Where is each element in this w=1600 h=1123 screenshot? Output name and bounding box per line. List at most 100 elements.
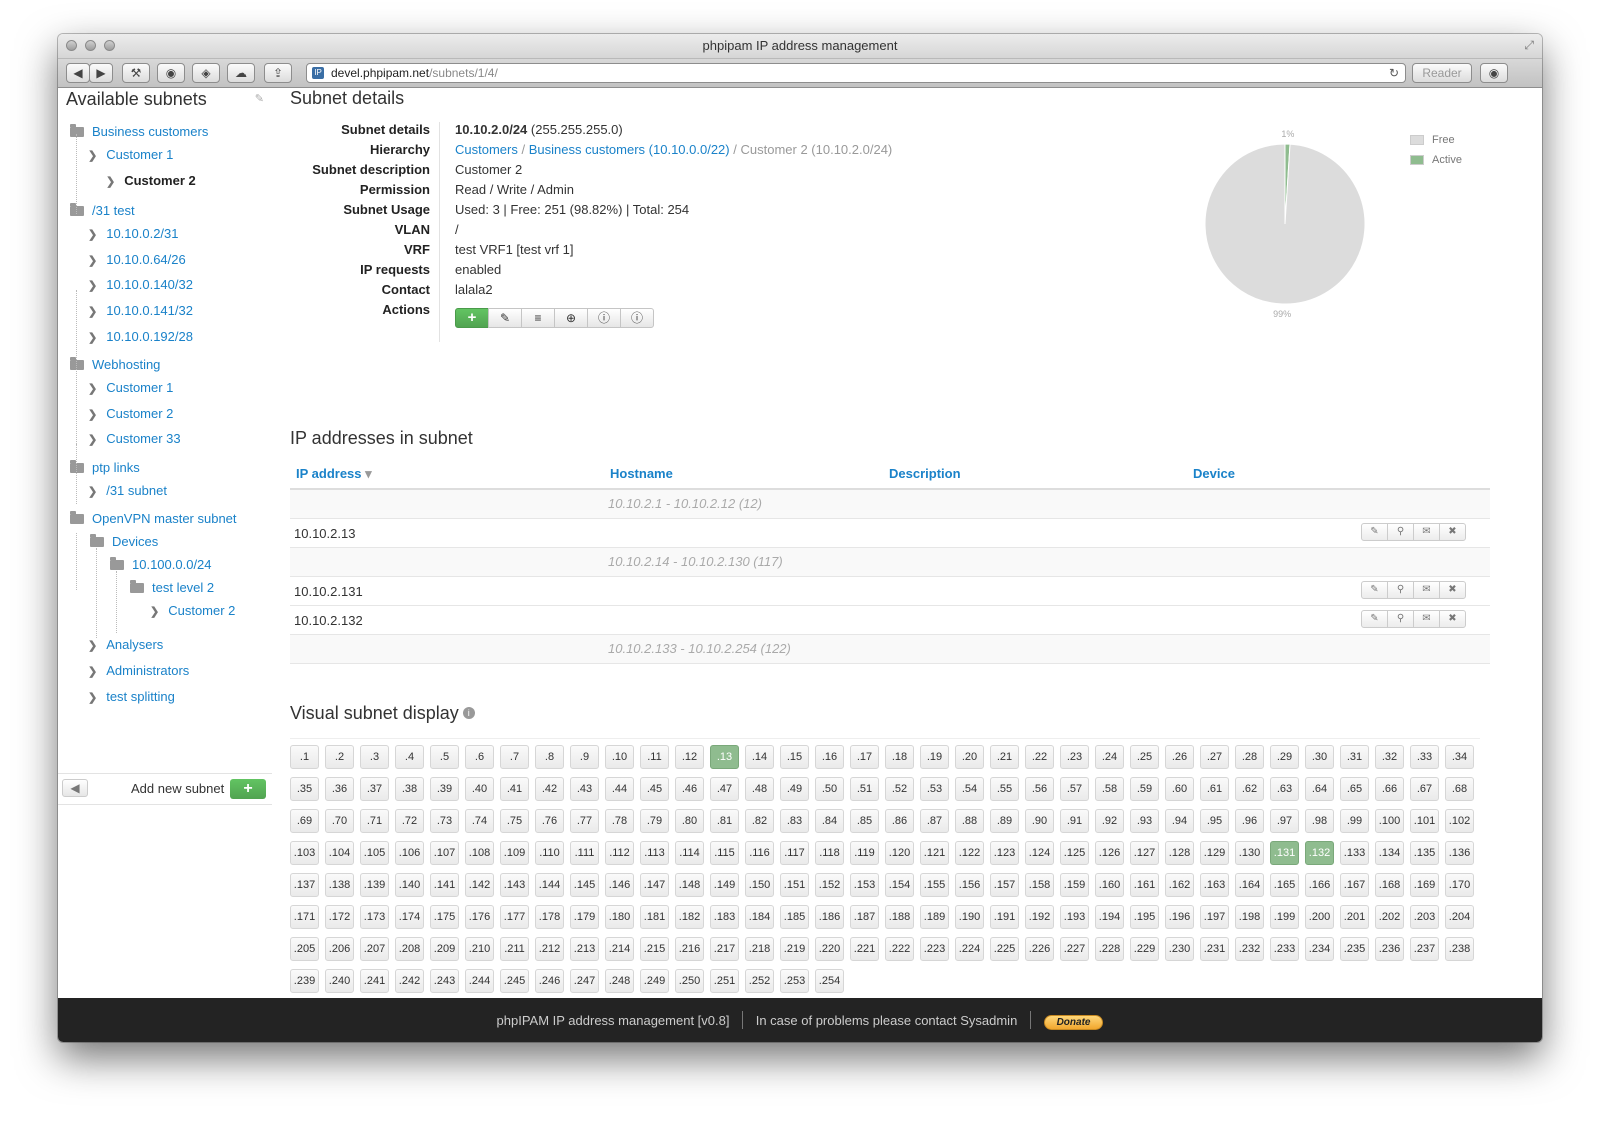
ip-cell[interactable]: .149 <box>710 873 739 897</box>
ip-cell[interactable]: .151 <box>780 873 809 897</box>
sidebar-item[interactable]: ❯ Customer 1 <box>88 380 173 395</box>
ip-cell[interactable]: .65 <box>1340 777 1369 801</box>
ip-cell[interactable]: .162 <box>1165 873 1194 897</box>
ip-cell[interactable]: .166 <box>1305 873 1334 897</box>
ip-cell[interactable]: .199 <box>1270 905 1299 929</box>
ip-cell[interactable]: .81 <box>710 809 739 833</box>
add-subnet-child-button[interactable]: ⊕ <box>554 308 588 328</box>
ip-cell[interactable]: .167 <box>1340 873 1369 897</box>
ip-cell[interactable]: .246 <box>535 969 564 993</box>
info-button[interactable]: ⓘ <box>587 308 621 328</box>
ip-cell[interactable]: .55 <box>990 777 1019 801</box>
search-icon[interactable]: ⚲ <box>1387 581 1414 599</box>
ip-cell[interactable]: .50 <box>815 777 844 801</box>
ip-cell[interactable]: .89 <box>990 809 1019 833</box>
ip-cell[interactable]: .34 <box>1445 745 1474 769</box>
ip-cell[interactable]: .52 <box>885 777 914 801</box>
ip-cell[interactable]: .66 <box>1375 777 1404 801</box>
ip-cell[interactable]: .253 <box>780 969 809 993</box>
edit-subnet-button[interactable]: ✎ <box>488 308 522 328</box>
add-subnet-button[interactable]: + <box>230 779 266 799</box>
ip-cell[interactable]: .247 <box>570 969 599 993</box>
ip-cell[interactable]: .235 <box>1340 937 1369 961</box>
ip-cell[interactable]: .124 <box>1025 841 1054 865</box>
search-icon[interactable]: ⚲ <box>1387 610 1414 628</box>
ip-cell[interactable]: .58 <box>1095 777 1124 801</box>
ip-cell[interactable]: .18 <box>885 745 914 769</box>
extension-icon[interactable]: ◈ <box>192 63 220 83</box>
ip-cell[interactable]: .184 <box>745 905 774 929</box>
ip-cell[interactable]: .97 <box>1270 809 1299 833</box>
ip-cell[interactable]: .37 <box>360 777 389 801</box>
ip-cell[interactable]: .92 <box>1095 809 1124 833</box>
ip-cell[interactable]: .207 <box>360 937 389 961</box>
sidebar-item[interactable]: Devices <box>90 534 158 549</box>
ip-cell[interactable]: .7 <box>500 745 529 769</box>
ip-cell[interactable]: .4 <box>395 745 424 769</box>
ip-cell[interactable]: .141 <box>430 873 459 897</box>
ip-cell[interactable]: .82 <box>745 809 774 833</box>
ip-cell[interactable]: .194 <box>1095 905 1124 929</box>
ip-cell[interactable]: .27 <box>1200 745 1229 769</box>
sidebar-item[interactable]: ❯ Customer 33 <box>88 431 181 446</box>
ip-cell[interactable]: .95 <box>1200 809 1229 833</box>
ip-cell[interactable]: .236 <box>1375 937 1404 961</box>
ip-cell[interactable]: .138 <box>325 873 354 897</box>
ip-cell[interactable]: .127 <box>1130 841 1159 865</box>
ip-cell[interactable]: .105 <box>360 841 389 865</box>
ip-cell[interactable]: .147 <box>640 873 669 897</box>
ip-cell[interactable]: .86 <box>885 809 914 833</box>
ip-cell[interactable]: .179 <box>570 905 599 929</box>
ip-cell[interactable]: .83 <box>780 809 809 833</box>
sidebar-item[interactable]: ❯ Customer 1 <box>88 147 173 162</box>
col-description[interactable]: Description <box>889 466 961 481</box>
ip-cell[interactable]: .15 <box>780 745 809 769</box>
ip-cell[interactable]: .164 <box>1235 873 1264 897</box>
edit-icon[interactable]: ✎ <box>1361 610 1388 628</box>
ip-cell[interactable]: .8 <box>535 745 564 769</box>
ip-cell[interactable]: .57 <box>1060 777 1089 801</box>
ip-cell[interactable]: .85 <box>850 809 879 833</box>
ip-cell[interactable]: .143 <box>500 873 529 897</box>
ip-cell[interactable]: .28 <box>1235 745 1264 769</box>
ip-cell[interactable]: .91 <box>1060 809 1089 833</box>
ip-cell[interactable]: .31 <box>1340 745 1369 769</box>
ip-cell[interactable]: .46 <box>675 777 704 801</box>
ip-cell[interactable]: .218 <box>745 937 774 961</box>
ip-cell[interactable]: .125 <box>1060 841 1089 865</box>
ip-cell[interactable]: .239 <box>290 969 319 993</box>
ip-cell[interactable]: .250 <box>675 969 704 993</box>
shield-icon[interactable]: ◉ <box>157 63 185 83</box>
ip-cell[interactable]: .248 <box>605 969 634 993</box>
ip-cell[interactable]: .201 <box>1340 905 1369 929</box>
ip-cell[interactable]: .68 <box>1445 777 1474 801</box>
ip-cell[interactable]: .22 <box>1025 745 1054 769</box>
ip-cell[interactable]: .121 <box>920 841 949 865</box>
ip-cell[interactable]: .142 <box>465 873 494 897</box>
ip-cell[interactable]: .63 <box>1270 777 1299 801</box>
ip-cell[interactable]: .13 <box>710 745 739 769</box>
ip-cell[interactable]: .240 <box>325 969 354 993</box>
ip-cell[interactable]: .29 <box>1270 745 1299 769</box>
scan-button[interactable]: ⓘ <box>620 308 654 328</box>
ip-cell[interactable]: .90 <box>1025 809 1054 833</box>
ip-cell[interactable]: .251 <box>710 969 739 993</box>
ip-cell[interactable]: .42 <box>535 777 564 801</box>
ip-cell[interactable]: .133 <box>1340 841 1369 865</box>
ip-address-cell[interactable]: 10.10.2.132 <box>294 613 363 628</box>
ip-cell[interactable]: .238 <box>1445 937 1474 961</box>
ip-cell[interactable]: .9 <box>570 745 599 769</box>
ip-cell[interactable]: .107 <box>430 841 459 865</box>
ip-cell[interactable]: .171 <box>290 905 319 929</box>
ip-cell[interactable]: .254 <box>815 969 844 993</box>
ip-cell[interactable]: .102 <box>1445 809 1474 833</box>
ip-cell[interactable]: .14 <box>745 745 774 769</box>
ip-cell[interactable]: .198 <box>1235 905 1264 929</box>
ip-cell[interactable]: .243 <box>430 969 459 993</box>
sidebar-item[interactable]: ptp links <box>70 460 140 475</box>
ip-cell[interactable]: .111 <box>570 841 599 865</box>
ip-cell[interactable]: .56 <box>1025 777 1054 801</box>
sidebar-item[interactable]: ❯ Administrators <box>88 663 189 678</box>
address-bar[interactable]: IP devel.phpipam.net/subnets/1/4/ ↻ <box>306 63 1406 83</box>
ip-cell[interactable]: .176 <box>465 905 494 929</box>
